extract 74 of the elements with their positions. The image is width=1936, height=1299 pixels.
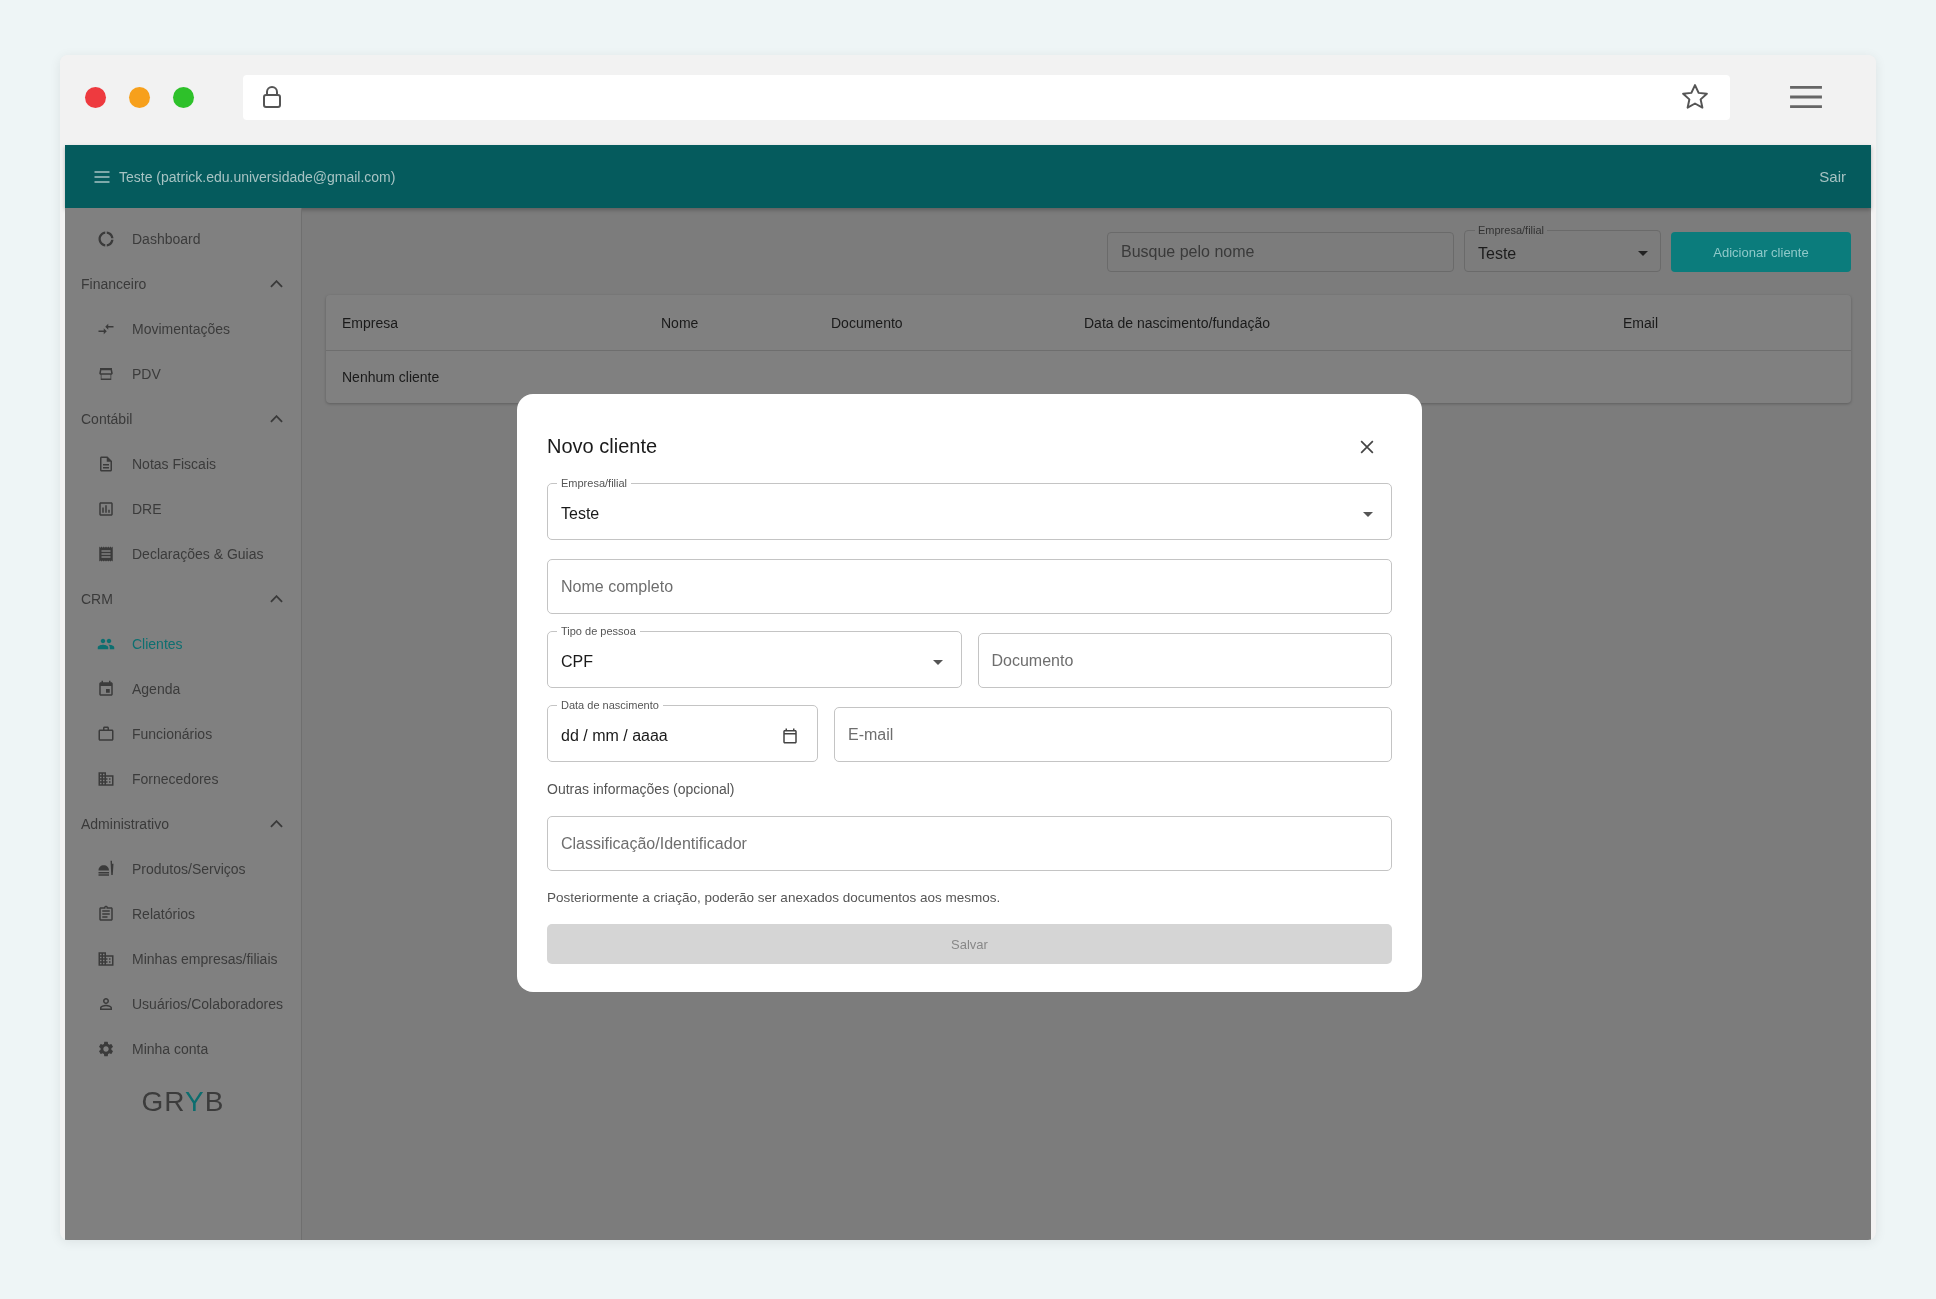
- receipt-icon: [97, 544, 115, 563]
- sidebar-item[interactable]: Relatórios: [65, 891, 301, 936]
- sidebar-section-header[interactable]: Contábil: [65, 396, 301, 441]
- sidebar-item[interactable]: Produtos/Serviços: [65, 846, 301, 891]
- minimize-window-icon[interactable]: [129, 86, 150, 108]
- sidebar-item[interactable]: Minha conta: [65, 1026, 301, 1071]
- chevron-icon: [270, 414, 283, 423]
- text-field[interactable]: E-mail: [834, 707, 1392, 762]
- sidebar-item[interactable]: PDV: [65, 351, 301, 396]
- lock-icon: [260, 85, 284, 109]
- chevron-icon: [270, 594, 283, 603]
- select-field[interactable]: Tipo de pessoa CPF: [547, 625, 962, 688]
- field-label: Empresa/filial: [560, 477, 629, 489]
- sidebar-item[interactable]: Funcionários: [65, 711, 301, 756]
- donut-chart-icon: [97, 229, 115, 248]
- briefcase-icon: [97, 724, 115, 743]
- sidebar-item[interactable]: DRE: [65, 486, 301, 531]
- building-icon: [97, 769, 115, 788]
- empty-message: Nenhum cliente: [341, 368, 441, 387]
- select-value: CPF: [561, 653, 593, 671]
- column-header: Email: [1623, 314, 1659, 331]
- date-field[interactable]: Data de nascimento dd / mm / aaaa: [547, 699, 818, 762]
- sidebar-item[interactable]: Movimentações: [65, 306, 301, 351]
- star-icon[interactable]: [1680, 82, 1710, 112]
- sidebar-section-header[interactable]: Administrativo: [65, 801, 301, 846]
- section-label: Outras informações (opcional): [547, 781, 736, 797]
- select-value: Teste: [561, 505, 600, 523]
- calendar-icon: [97, 679, 115, 698]
- sidebar-item[interactable]: Dashboard: [65, 216, 301, 261]
- column-header: Documento: [831, 314, 904, 331]
- document-icon: [97, 454, 115, 473]
- sidebar-section-header[interactable]: CRM: [65, 576, 301, 621]
- column-header: Nome: [661, 314, 700, 331]
- caret-icon: [932, 659, 943, 665]
- text-field[interactable]: Nome completo: [547, 559, 1392, 614]
- text-field[interactable]: Classificação/Identificador: [547, 816, 1392, 871]
- company-select[interactable]: Empresa/filial Teste: [1464, 224, 1661, 272]
- date-format-hint: dd / mm / aaaa: [561, 727, 668, 745]
- caret-icon: [1363, 511, 1373, 517]
- select-value: Teste: [1478, 244, 1517, 263]
- sidebar-item[interactable]: Fornecedores: [65, 756, 301, 801]
- field-label: Data de nascimento: [560, 699, 660, 711]
- calendar-icon[interactable]: [781, 727, 799, 745]
- close-window-icon[interactable]: [85, 86, 106, 108]
- settings-icon: [97, 1039, 115, 1058]
- column-header: Data de nascimento/fundação: [1084, 314, 1271, 331]
- field-label: Tipo de pessoa: [560, 625, 637, 637]
- text-field[interactable]: Documento: [977, 633, 1392, 688]
- add-client-button[interactable]: Adicionar cliente: [1671, 232, 1851, 272]
- sidebar-item[interactable]: Declarações & Guias: [65, 531, 301, 576]
- sidebar-item[interactable]: Minhas empresas/filiais: [65, 936, 301, 981]
- chevron-icon: [270, 279, 283, 288]
- clipboard-icon: [97, 904, 115, 923]
- food-icon: [97, 859, 115, 878]
- user-label: Teste (patrick.edu.universidade@gmail.com): [119, 168, 396, 185]
- field-label: Empresa/filial: [1477, 224, 1546, 236]
- menu-icon[interactable]: [1789, 84, 1823, 110]
- building-icon: [97, 949, 115, 968]
- sidebar-item[interactable]: Usuários/Colaboradores: [65, 981, 301, 1026]
- bar-chart-icon: [97, 499, 115, 518]
- sidebar-item[interactable]: Notas Fiscais: [65, 441, 301, 486]
- sidebar-item[interactable]: Agenda: [65, 666, 301, 711]
- helper-text: Posteriormente a criação, poderão ser anexados documentos aos mesmos.: [547, 890, 1002, 905]
- search-field[interactable]: Busque pelo nome: [1107, 232, 1454, 272]
- dialog-title: Novo cliente: [547, 435, 658, 458]
- brand-logo: GRYB: [140, 1086, 226, 1118]
- column-header: Empresa: [342, 314, 400, 331]
- sidebar-item[interactable]: Clientes: [65, 621, 301, 666]
- chevron-icon: [270, 819, 283, 828]
- sidebar-section-header[interactable]: Financeiro: [65, 261, 301, 306]
- maximize-window-icon[interactable]: [173, 86, 194, 108]
- logout-link[interactable]: Sair: [1819, 168, 1846, 185]
- caret-icon: [1638, 251, 1648, 256]
- select-field[interactable]: Empresa/filial Teste: [547, 477, 1392, 540]
